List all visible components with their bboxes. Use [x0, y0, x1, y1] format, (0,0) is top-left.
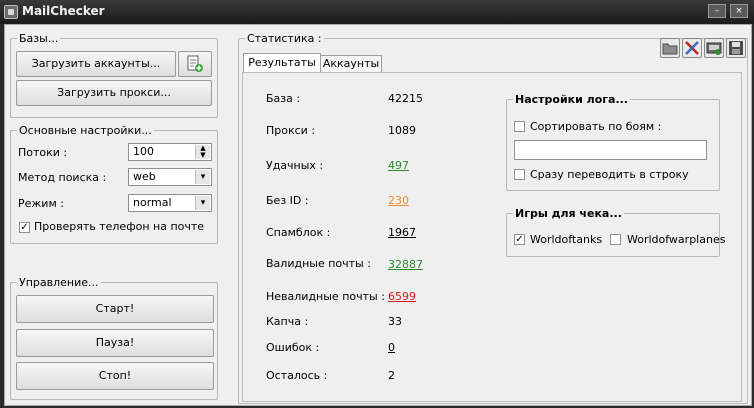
control-group-title: Управление...: [17, 276, 101, 289]
load-proxy-button[interactable]: Загрузить прокси...: [16, 80, 212, 106]
sort-by-battles-checkbox[interactable]: [514, 121, 525, 132]
stat-value-success[interactable]: 497: [388, 159, 409, 172]
stat-value-proxy: 1089: [388, 124, 416, 137]
threads-value: 100: [133, 145, 154, 158]
log-filter-input[interactable]: [514, 140, 707, 160]
spin-arrows-icon[interactable]: ▲ ▼: [195, 145, 210, 159]
stat-label-base: База :: [266, 92, 301, 105]
pause-button[interactable]: Пауза!: [16, 329, 214, 357]
game-worldoftanks-label: Worldoftanks: [530, 233, 603, 246]
stop-button[interactable]: Стоп!: [16, 362, 214, 390]
stat-label-proxy: Прокси :: [266, 124, 316, 137]
stat-label-errors: Ошибок :: [266, 341, 320, 354]
stat-label-remaining: Осталось :: [266, 369, 328, 382]
convert-to-line-label: Сразу переводить в строку: [530, 168, 689, 181]
tools-button[interactable]: [682, 38, 702, 58]
mode-value: normal: [133, 196, 172, 209]
stat-label-success: Удачных :: [266, 159, 324, 172]
check-phone-label: Проверять телефон на почте: [34, 220, 205, 233]
stat-value-valid[interactable]: 32887: [388, 258, 423, 271]
chevron-down-icon[interactable]: ▾: [195, 170, 210, 184]
threads-label: Потоки :: [18, 146, 68, 159]
stat-label-invalid: Невалидные почты :: [266, 290, 385, 303]
log-settings-title: Настройки лога...: [513, 93, 630, 106]
tab-results[interactable]: Результаты: [243, 53, 321, 72]
stat-label-valid: Валидные почты :: [266, 257, 371, 270]
chevron-down-icon[interactable]: ▾: [195, 196, 210, 210]
stat-label-captcha: Капча :: [266, 315, 309, 328]
app-window: MailChecker – × Базы... Загрузить аккаун…: [0, 0, 754, 408]
game-worldofwarplanes-label: Worldofwarplanes: [627, 233, 726, 246]
save-button[interactable]: [726, 38, 746, 58]
open-folder-button[interactable]: [660, 38, 680, 58]
close-button[interactable]: ×: [730, 4, 748, 18]
stat-label-no-id: Без ID :: [266, 194, 309, 207]
stat-value-captcha: 33: [388, 315, 402, 328]
stat-value-remaining: 2: [388, 369, 395, 382]
file-add-icon: [187, 55, 203, 72]
stat-value-spamblock[interactable]: 1967: [388, 226, 416, 239]
stat-value-base: 42215: [388, 92, 423, 105]
game-worldoftanks-checkbox[interactable]: ✓: [514, 234, 525, 245]
bases-group: Базы...: [10, 32, 218, 118]
search-method-select[interactable]: web ▾: [128, 168, 212, 186]
statistics-group-title: Статистика :: [245, 32, 324, 45]
export-icon: [706, 42, 722, 55]
tab-accounts[interactable]: Аккаунты: [320, 55, 382, 72]
save-icon: [729, 41, 743, 55]
start-button[interactable]: Старт!: [16, 295, 214, 323]
stat-value-no-id[interactable]: 230: [388, 194, 409, 207]
search-method-label: Метод поиска :: [18, 171, 107, 184]
tools-icon: [685, 41, 699, 55]
games-group-title: Игры для чека...: [513, 207, 624, 220]
convert-to-line-checkbox[interactable]: [514, 169, 525, 180]
game-worldofwarplanes-checkbox[interactable]: [610, 234, 621, 245]
sort-by-battles-label: Сортировать по боям :: [530, 120, 662, 133]
folder-icon: [662, 43, 678, 55]
bases-group-title: Базы...: [17, 32, 61, 45]
window-title: MailChecker: [22, 4, 105, 18]
load-accounts-button[interactable]: Загрузить аккаунты...: [16, 51, 176, 77]
stat-label-spamblock: Спамблок :: [266, 226, 331, 239]
minimize-button[interactable]: –: [708, 4, 726, 18]
mode-select[interactable]: normal ▾: [128, 194, 212, 212]
app-icon: [4, 5, 18, 19]
search-method-value: web: [133, 170, 156, 183]
threads-stepper[interactable]: 100 ▲ ▼: [128, 143, 212, 161]
stat-value-invalid[interactable]: 6599: [388, 290, 416, 303]
export-button[interactable]: [704, 38, 724, 58]
mode-label: Режим :: [18, 197, 64, 210]
stat-value-errors[interactable]: 0: [388, 341, 395, 354]
settings-group-title: Основные настройки...: [17, 124, 154, 137]
title-bar: MailChecker – ×: [0, 0, 754, 24]
check-phone-checkbox[interactable]: ✓: [19, 222, 30, 233]
add-file-button[interactable]: [178, 51, 212, 77]
